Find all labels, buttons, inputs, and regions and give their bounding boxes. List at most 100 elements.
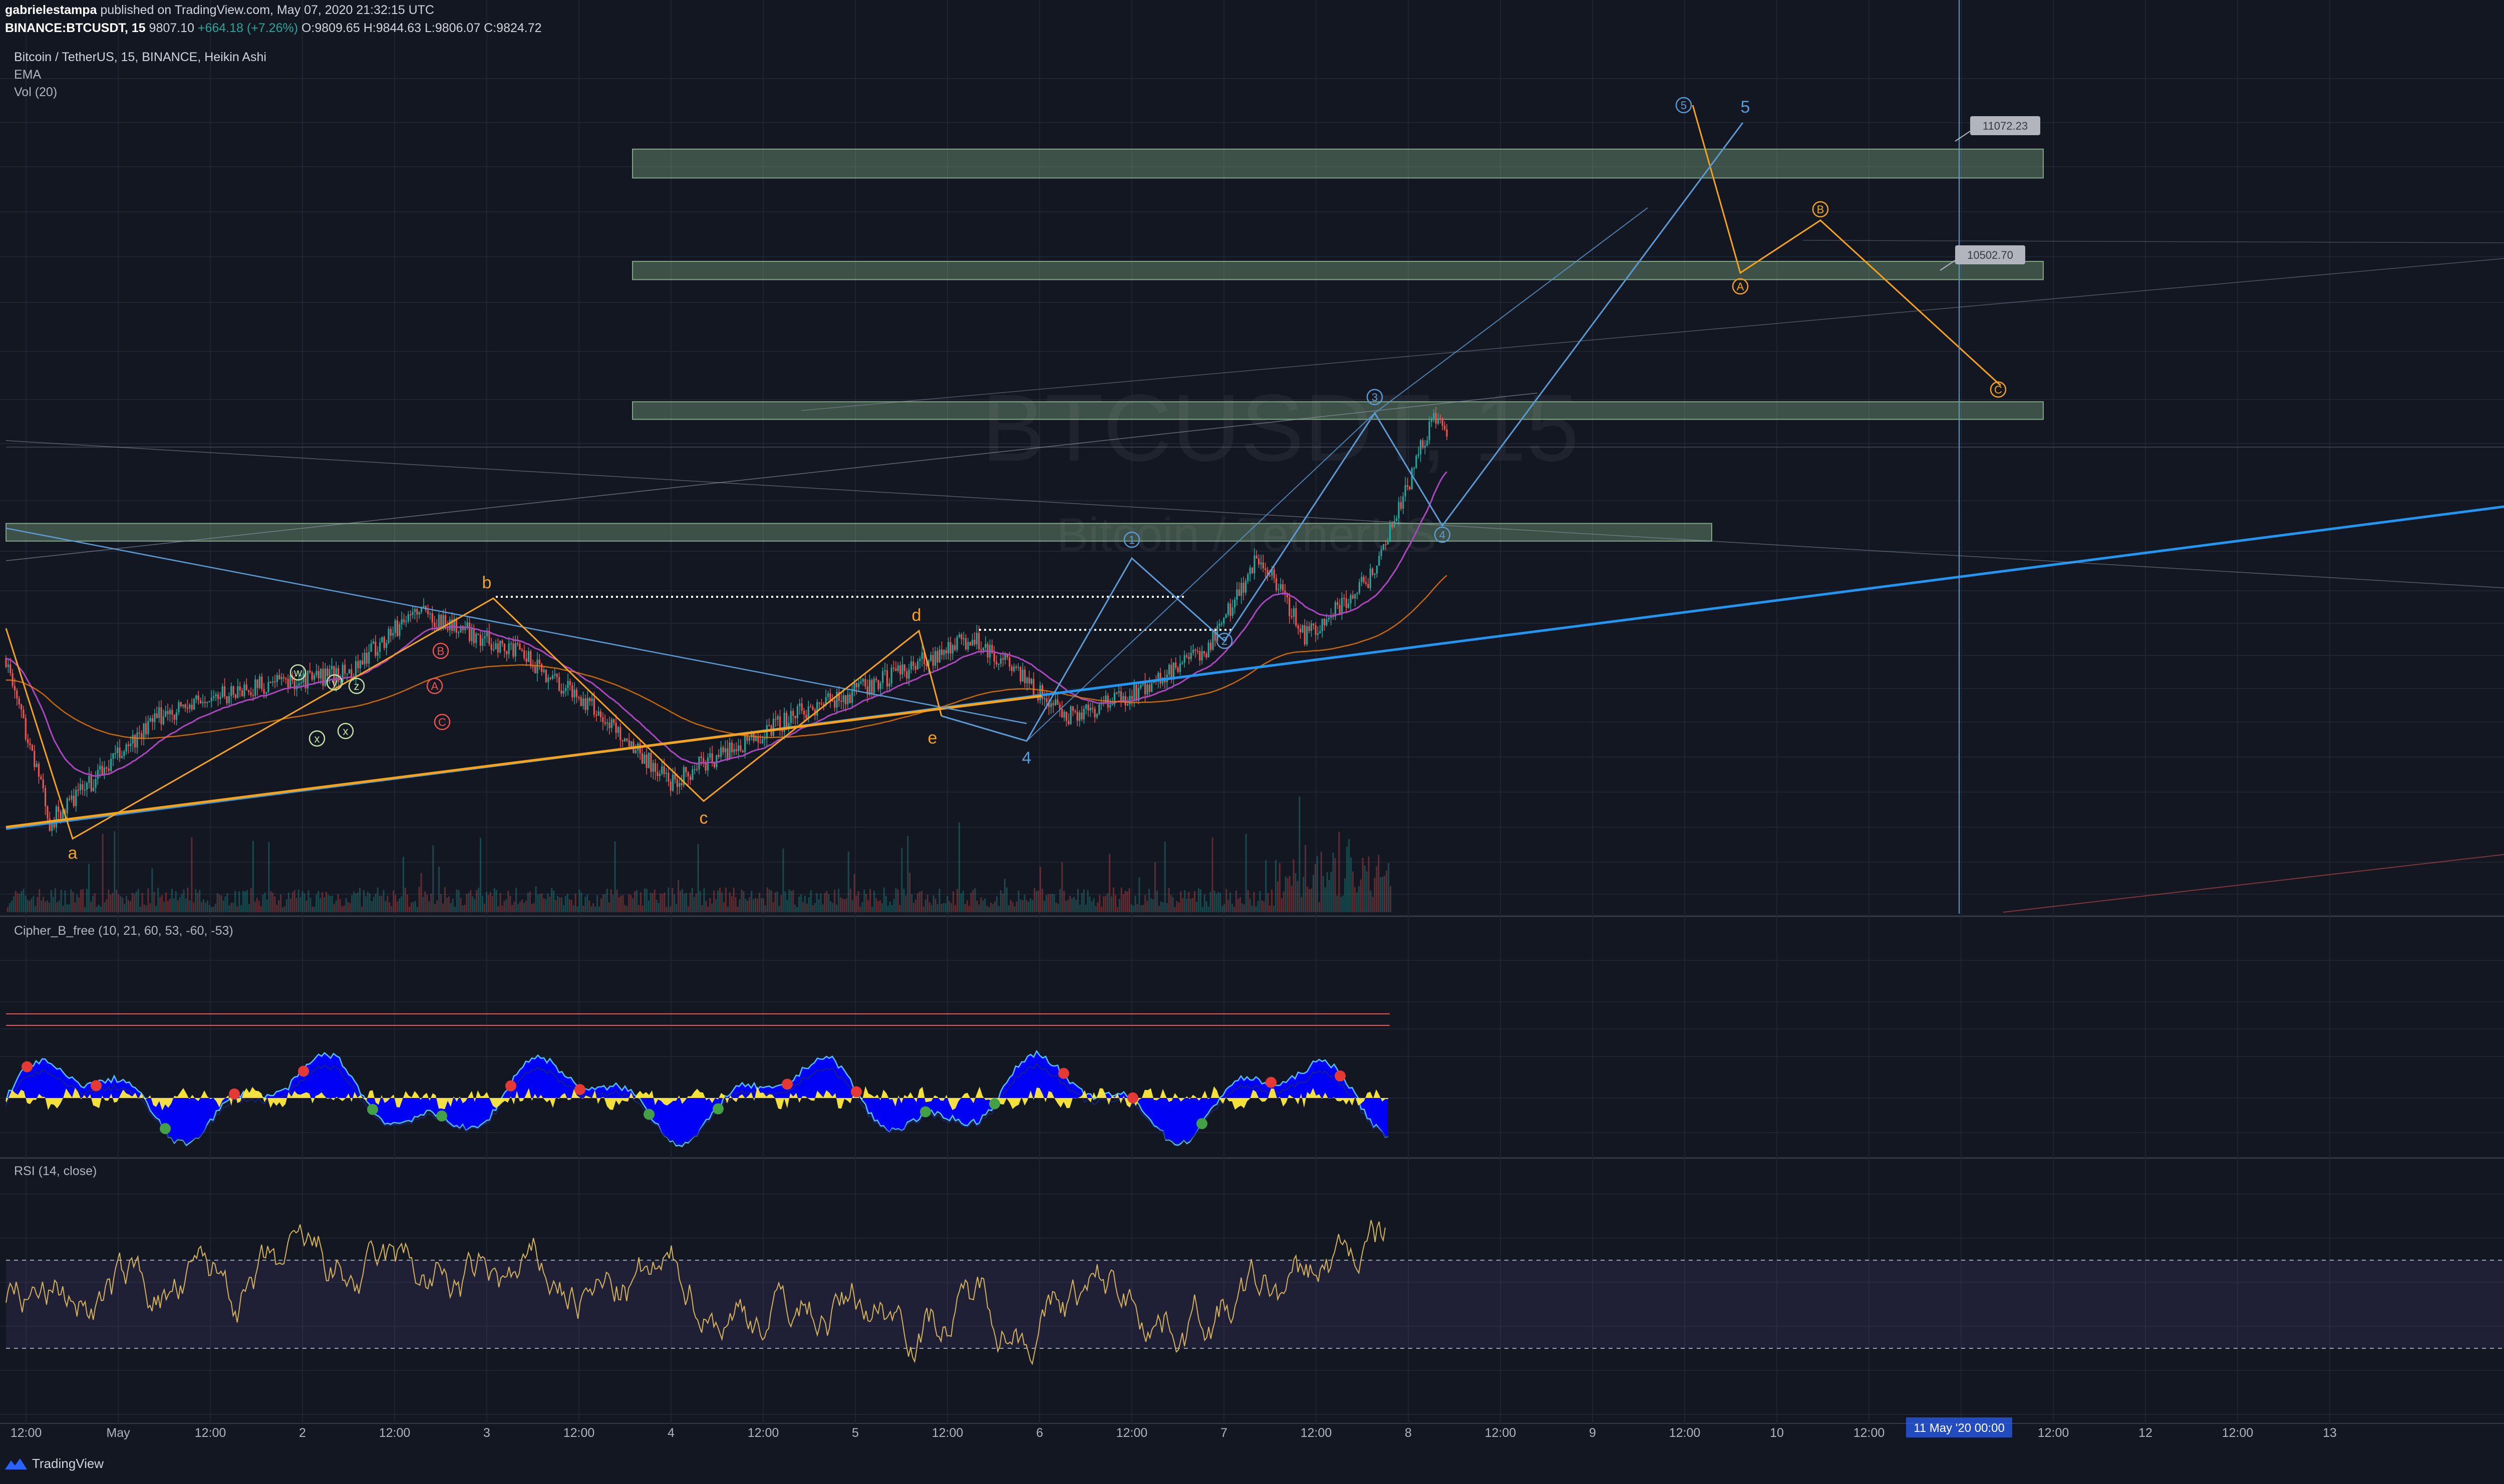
volume-bar xyxy=(1012,902,1014,912)
volume-bar xyxy=(588,900,590,912)
volume-bar xyxy=(355,893,357,912)
volume-bar xyxy=(1364,865,1366,912)
volume-bar xyxy=(491,896,493,912)
volume-bar xyxy=(507,891,509,912)
volume-bar xyxy=(1344,878,1346,912)
volume-bar xyxy=(1199,889,1201,912)
cipher-b-title[interactable]: Cipher_B_free (10, 21, 60, 53, -60, -53) xyxy=(14,924,233,938)
candle-body xyxy=(1022,669,1024,681)
volume-bar xyxy=(1150,898,1152,912)
volume-bar xyxy=(723,902,725,912)
volume-bar xyxy=(430,893,432,912)
volume-bar xyxy=(1116,907,1118,912)
volume-bar xyxy=(994,901,996,912)
volume-bar xyxy=(1075,900,1077,912)
cipher-signal-dot xyxy=(1196,1118,1207,1130)
volume-bar xyxy=(624,905,626,912)
candle-body xyxy=(631,741,633,747)
candle-body xyxy=(189,704,191,708)
volume-bar xyxy=(1142,905,1144,912)
legend-title[interactable]: Bitcoin / TetherUS, 15, BINANCE, Heikin … xyxy=(14,50,266,65)
volume-bar xyxy=(1101,906,1103,912)
volume-bar xyxy=(1265,860,1267,912)
candle-body xyxy=(71,796,73,800)
candle-body xyxy=(1315,625,1317,635)
candle-body xyxy=(1380,549,1382,556)
publisher-name[interactable]: gabrielestampa xyxy=(5,3,97,17)
candle-body xyxy=(1072,706,1074,711)
volume-bar xyxy=(1107,893,1109,912)
volume-bar xyxy=(996,896,998,912)
candle-body xyxy=(324,668,327,686)
volume-bar xyxy=(126,896,127,912)
volume-bar xyxy=(695,893,697,912)
volume-bar xyxy=(814,903,816,912)
volume-bar xyxy=(709,898,711,912)
volume-bar xyxy=(1243,904,1245,912)
volume-bar xyxy=(656,900,658,912)
candle-body xyxy=(608,722,610,728)
volume-bar xyxy=(1279,863,1281,912)
candle-body xyxy=(114,753,116,754)
volume-bar xyxy=(930,905,932,912)
volume-bar xyxy=(1134,895,1136,912)
candle-body xyxy=(27,739,29,744)
volume-bar xyxy=(543,898,545,912)
volume-bar xyxy=(654,889,656,912)
tradingview-brand[interactable]: TradingView xyxy=(4,1456,104,1471)
volume-bar xyxy=(1014,906,1016,912)
candle-body xyxy=(340,681,342,682)
candle-body xyxy=(1356,593,1358,594)
candle-body xyxy=(569,681,571,685)
candle-body xyxy=(1009,657,1011,667)
legend-volume[interactable]: Vol (20) xyxy=(14,85,57,100)
candle-body xyxy=(1231,607,1233,616)
volume-bar xyxy=(460,898,462,912)
volume-bar xyxy=(420,873,422,912)
candle-body xyxy=(586,698,588,710)
candle-body xyxy=(344,664,346,674)
candle-body xyxy=(34,751,36,768)
candle-body xyxy=(278,675,280,679)
candle-body xyxy=(401,619,403,624)
volume-bar xyxy=(27,900,29,912)
volume-bar xyxy=(476,890,478,912)
volume-bar xyxy=(928,902,930,912)
candle-body xyxy=(97,770,99,779)
volume-bar xyxy=(291,892,293,912)
volume-bar xyxy=(324,897,325,912)
candle-body xyxy=(888,683,890,687)
candle-body xyxy=(1188,656,1190,659)
volume-bar xyxy=(1376,866,1378,912)
candle-body xyxy=(914,666,916,670)
volume-bar xyxy=(1205,901,1207,912)
candle-body xyxy=(932,655,934,666)
candle-body xyxy=(1079,712,1081,721)
candle-body xyxy=(226,696,228,703)
candle-body xyxy=(689,777,692,780)
candle-body xyxy=(1389,524,1391,541)
candle-body xyxy=(1258,558,1260,565)
chart-canvas[interactable]: BTCUSDT, 15Bitcoin / TetherUSabcde45wy zx… xyxy=(0,0,2504,1484)
candle-body xyxy=(1282,584,1284,591)
rsi-title[interactable]: RSI (14, close) xyxy=(14,1164,97,1179)
volume-bar xyxy=(986,905,988,912)
legend-ema[interactable]: EMA xyxy=(14,68,41,82)
candle-body xyxy=(44,788,47,807)
candle-body xyxy=(173,714,175,720)
candle-body xyxy=(318,671,320,679)
time-axis-tick: 9 xyxy=(1589,1426,1596,1440)
wave-label: 4 xyxy=(1022,749,1032,768)
candle-body xyxy=(23,709,25,718)
volume-bar xyxy=(1004,878,1006,912)
price-change: +664.18 (+7.26%) xyxy=(197,21,298,35)
volume-bar xyxy=(112,892,114,912)
candle-body xyxy=(169,709,171,714)
volume-bar xyxy=(743,891,745,912)
candle-body xyxy=(536,659,538,673)
candle-body xyxy=(285,678,287,679)
volume-bar xyxy=(836,904,838,912)
volume-bar xyxy=(1362,858,1364,912)
volume-bar xyxy=(1378,855,1380,912)
volume-bar xyxy=(205,902,206,912)
